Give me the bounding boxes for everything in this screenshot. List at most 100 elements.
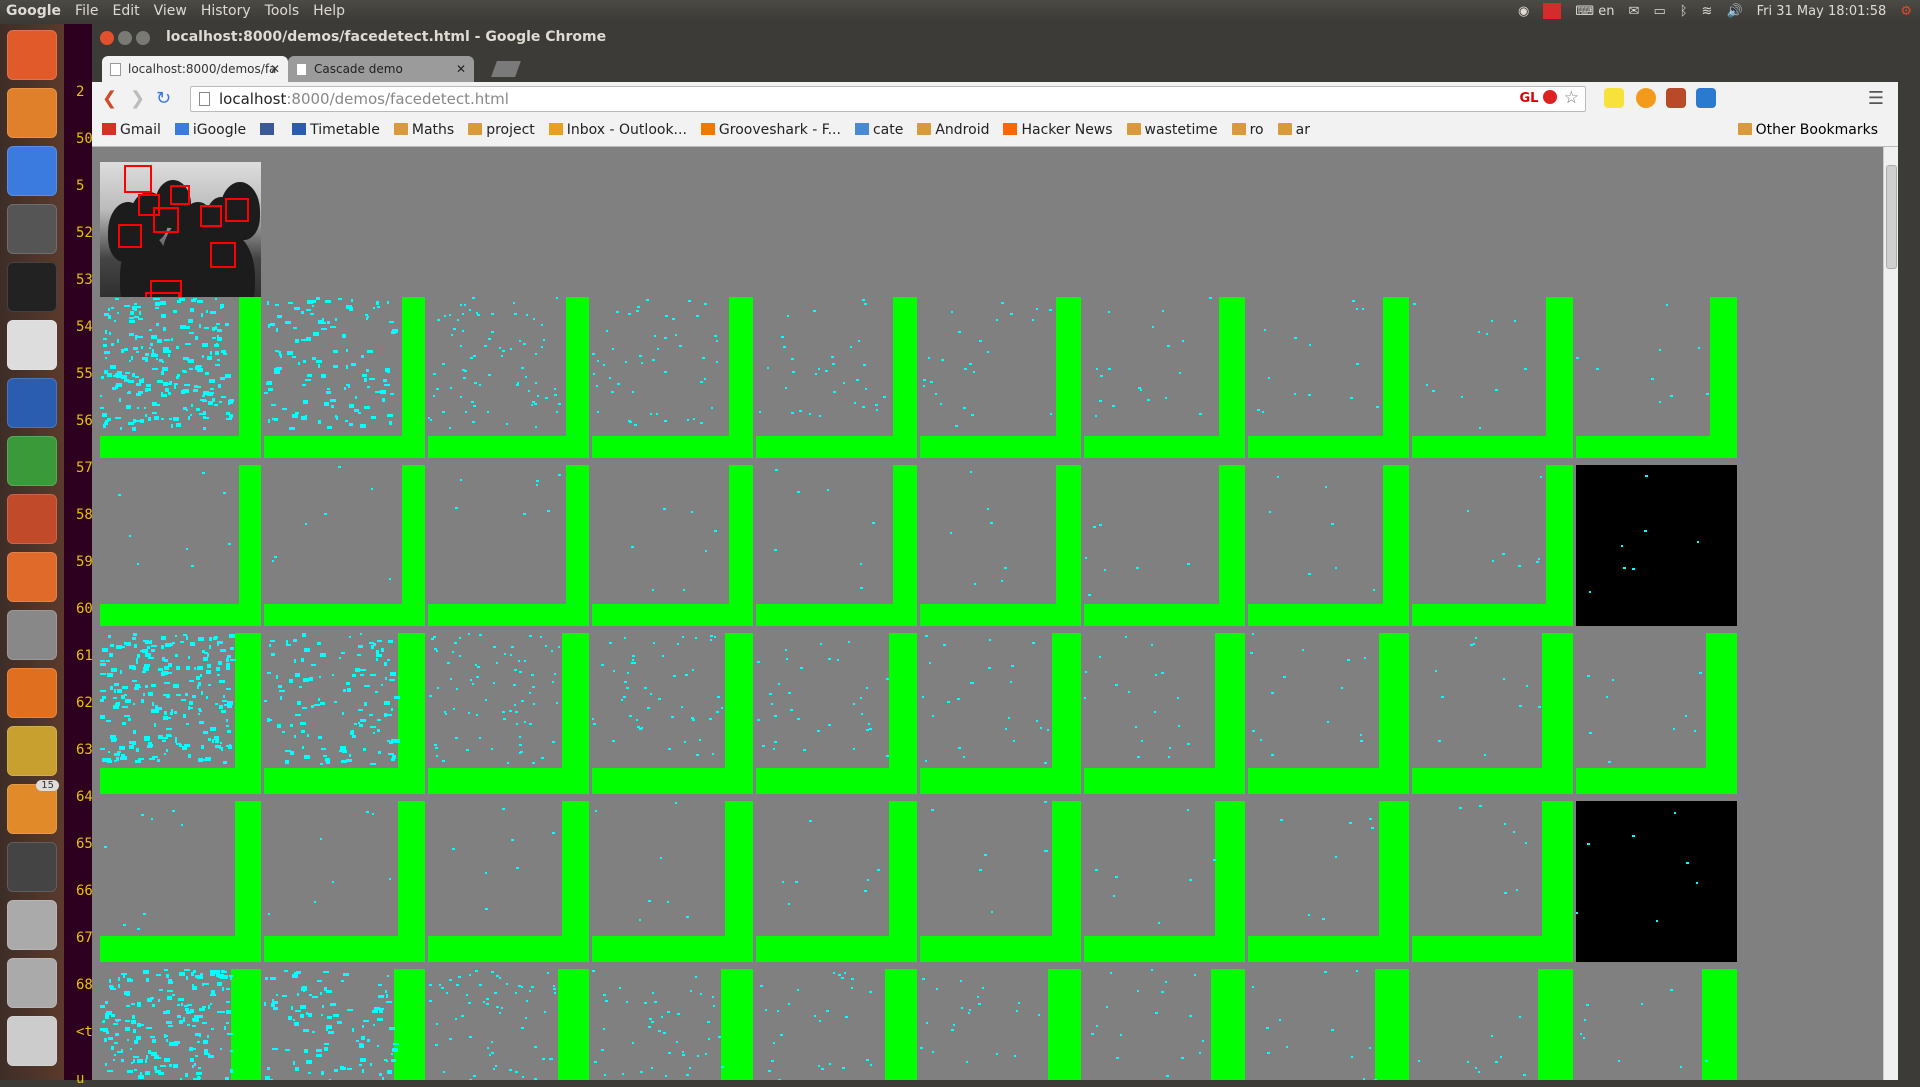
bookmark-inbox-outlook[interactable]: Inbox - Outlook... bbox=[548, 122, 687, 138]
ubuntu-dash-icon[interactable] bbox=[7, 30, 57, 80]
bookmark-ar[interactable]: ar bbox=[1277, 122, 1310, 138]
webgl-indicator[interactable]: GL bbox=[1520, 90, 1557, 106]
close-tab-icon[interactable]: ✕ bbox=[270, 56, 280, 82]
bookmark-maths[interactable]: Maths bbox=[393, 122, 454, 138]
extension-icon[interactable] bbox=[1604, 88, 1624, 108]
feature-speck bbox=[491, 313, 494, 315]
bluetooth-icon[interactable]: ᛒ bbox=[1680, 4, 1688, 19]
menu-item-history[interactable]: History bbox=[201, 3, 251, 19]
extension-icon[interactable] bbox=[1666, 88, 1686, 108]
workspace-switcher-icon[interactable] bbox=[7, 842, 57, 892]
extension-icon[interactable] bbox=[1696, 88, 1716, 108]
feature-speck bbox=[815, 373, 817, 375]
tab-cascade-demo[interactable]: Cascade demo ✕ bbox=[288, 56, 474, 82]
menu-item-help[interactable]: Help bbox=[313, 3, 345, 19]
system-settings-icon[interactable] bbox=[7, 610, 57, 660]
tab-label: localhost:8000/demos/fa bbox=[128, 62, 277, 76]
clock[interactable]: Fri 31 May 18:01:58 bbox=[1757, 4, 1887, 19]
feature-speck bbox=[131, 1020, 136, 1024]
feature-speck bbox=[179, 744, 182, 747]
url-text[interactable]: localhost:8000/demos/facedetect.html bbox=[219, 90, 509, 108]
feature-speck bbox=[953, 1024, 955, 1026]
feature-speck bbox=[491, 748, 493, 750]
bookmark-star-icon[interactable]: ☆ bbox=[1564, 88, 1579, 108]
vertical-scrollbar[interactable] bbox=[1883, 147, 1898, 1080]
power-icon[interactable]: ⚙ bbox=[1900, 4, 1912, 19]
feature-speck bbox=[469, 974, 471, 976]
forward-arrow-icon[interactable]: ❯ bbox=[130, 88, 145, 109]
drive2-icon[interactable] bbox=[7, 958, 57, 1008]
wifi-icon[interactable]: ≋ bbox=[1702, 4, 1713, 19]
terminal-icon[interactable] bbox=[7, 262, 57, 312]
bookmark-grooveshark-f[interactable]: Grooveshark - F... bbox=[700, 122, 841, 138]
menu-item-view[interactable]: View bbox=[154, 3, 187, 19]
menu-item-tools[interactable]: Tools bbox=[265, 3, 300, 19]
feature-speck bbox=[781, 336, 784, 338]
page-canvas[interactable] bbox=[92, 147, 1884, 1080]
scrollbar-thumb[interactable] bbox=[1886, 165, 1897, 269]
bookmark-ro[interactable]: ro bbox=[1231, 122, 1264, 138]
alert-indicator-icon[interactable] bbox=[1543, 3, 1562, 19]
back-arrow-icon[interactable]: ❮ bbox=[102, 88, 117, 109]
new-tab-button[interactable] bbox=[491, 61, 521, 77]
feature-speck bbox=[514, 313, 517, 315]
bookmark-gmail[interactable]: Gmail bbox=[102, 122, 161, 138]
keyboard-indicator[interactable]: ⌨ en bbox=[1575, 4, 1614, 19]
bookmark-igoogle[interactable]: iGoogle bbox=[174, 122, 246, 138]
maximize-window-button[interactable] bbox=[136, 31, 150, 45]
archive-icon[interactable] bbox=[7, 726, 57, 776]
volume-icon[interactable]: 🔊 bbox=[1726, 4, 1742, 19]
text-editor-icon[interactable] bbox=[7, 320, 57, 370]
software-center-icon[interactable] bbox=[7, 552, 57, 602]
drive-icon[interactable] bbox=[7, 900, 57, 950]
feature-speck bbox=[316, 360, 322, 363]
menu-item-file[interactable]: File bbox=[75, 3, 98, 19]
feature-speck bbox=[152, 1004, 155, 1007]
feature-speck bbox=[984, 854, 987, 856]
firefox-icon[interactable] bbox=[7, 668, 57, 718]
menu-item-edit[interactable]: Edit bbox=[112, 3, 139, 19]
battery-icon[interactable]: ▭ bbox=[1653, 4, 1665, 19]
calc-spreadsheet-icon[interactable] bbox=[7, 436, 57, 486]
feature-speck bbox=[154, 1055, 159, 1059]
feature-speck bbox=[324, 1043, 329, 1045]
feature-speck bbox=[137, 1023, 141, 1027]
dvd-icon[interactable] bbox=[7, 1016, 57, 1066]
feature-speck bbox=[814, 1015, 816, 1017]
bookmark-project[interactable]: project bbox=[468, 122, 535, 138]
address-bar[interactable]: localhost:8000/demos/facedetect.html GL … bbox=[190, 86, 1586, 112]
feature-speck bbox=[479, 634, 482, 636]
chrome-indicator-icon[interactable]: ◉ bbox=[1518, 4, 1529, 19]
feature-speck bbox=[1369, 1047, 1371, 1049]
bookmark-timetable[interactable]: Timetable bbox=[292, 122, 380, 138]
feature-speck bbox=[372, 1010, 378, 1013]
bookmark-facebook[interactable] bbox=[260, 122, 278, 138]
impress-icon[interactable] bbox=[7, 494, 57, 544]
feature-speck bbox=[624, 637, 626, 639]
gmail-icon bbox=[102, 123, 116, 135]
feature-speck bbox=[672, 318, 675, 320]
feature-speck bbox=[146, 1027, 152, 1029]
minimize-window-button[interactable] bbox=[118, 31, 132, 45]
reload-icon[interactable]: ↻ bbox=[156, 88, 171, 109]
bookmark-hacker-news[interactable]: Hacker News bbox=[1003, 122, 1113, 138]
update-manager-icon[interactable]: 15 bbox=[7, 780, 59, 834]
bookmark-cate[interactable]: cate bbox=[854, 122, 903, 138]
feature-speck bbox=[366, 811, 369, 813]
close-window-button[interactable] bbox=[100, 31, 114, 45]
calculator-icon[interactable] bbox=[7, 204, 57, 254]
close-tab-icon[interactable]: ✕ bbox=[456, 56, 466, 82]
feature-speck bbox=[757, 661, 760, 663]
files-icon[interactable] bbox=[7, 88, 57, 138]
other-bookmarks[interactable]: Other Bookmarks bbox=[1737, 122, 1878, 138]
extension-icon[interactable] bbox=[1636, 88, 1656, 108]
chrome-icon[interactable] bbox=[7, 146, 57, 196]
bookmark-wastetime[interactable]: wastetime bbox=[1126, 122, 1218, 138]
tab-facedetect[interactable]: localhost:8000/demos/fa ✕ bbox=[102, 56, 288, 82]
writer-icon[interactable] bbox=[7, 378, 57, 428]
bookmark-android[interactable]: Android bbox=[917, 122, 989, 138]
menu-icon[interactable]: ☰ bbox=[1868, 88, 1884, 109]
mail-icon[interactable]: ✉ bbox=[1629, 4, 1640, 19]
app-name[interactable]: Google bbox=[6, 3, 61, 19]
feature-speck bbox=[358, 412, 361, 414]
